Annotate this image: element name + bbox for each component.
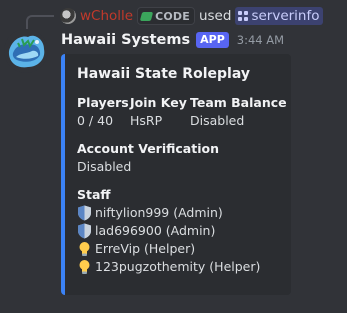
staff-member-label: 123pugzothemity (Helper) xyxy=(95,259,261,274)
field-account-verification: Account Verification Disabled xyxy=(77,140,219,176)
field-team-balance: Team Balance Disabled xyxy=(190,94,287,130)
field-account-verification-name: Account Verification xyxy=(77,141,219,156)
field-join-key: Join Key HsRP xyxy=(130,94,187,130)
reply-connector xyxy=(26,15,54,29)
embed-title: Hawaii State Roleplay xyxy=(77,66,250,82)
chat-message: wCholle CODE used serverinfo Hawaii Syst… xyxy=(0,0,347,313)
lightbulb-icon xyxy=(79,242,90,256)
code-tag-badge: CODE xyxy=(137,7,195,25)
message-timestamp[interactable]: 3:44 AM xyxy=(237,33,284,47)
bot-name[interactable]: Hawaii Systems xyxy=(61,32,190,48)
message-header: Hawaii Systems APP 3:44 AM xyxy=(61,30,284,50)
reply-username[interactable]: wCholle xyxy=(80,8,133,24)
field-players-name: Players xyxy=(77,95,129,110)
field-team-balance-name: Team Balance xyxy=(190,95,287,110)
staff-member-label: ErreVip (Helper) xyxy=(95,241,196,256)
shield-icon xyxy=(78,205,91,221)
field-team-balance-value: Disabled xyxy=(190,113,245,128)
user-mini-avatar[interactable] xyxy=(60,8,76,24)
staff-member-label: niftylion999 (Admin) xyxy=(95,205,223,220)
command-name: serverinfo xyxy=(251,8,320,24)
field-players-value: 0 / 40 xyxy=(77,113,114,128)
staff-member: 123pugzothemity (Helper) xyxy=(77,258,260,276)
bot-avatar[interactable] xyxy=(4,29,48,73)
command-icon xyxy=(238,11,249,21)
shield-icon xyxy=(78,223,91,239)
field-staff-name: Staff xyxy=(77,187,111,202)
staff-member: niftylion999 (Admin) xyxy=(77,204,260,222)
lightbulb-icon xyxy=(79,260,90,274)
code-tag-label: CODE xyxy=(155,9,190,23)
staff-member-label: lad696900 (Admin) xyxy=(95,223,216,238)
field-join-key-name: Join Key xyxy=(130,95,187,110)
field-staff: Staff niftylion999 (Admin) lad696900 (Ad… xyxy=(77,186,260,276)
app-badge: APP xyxy=(196,32,229,48)
command-reply-line: wCholle CODE used serverinfo xyxy=(60,6,323,26)
staff-member: ErreVip (Helper) xyxy=(77,240,260,258)
field-account-verification-value: Disabled xyxy=(77,159,132,174)
bot-logo-icon xyxy=(4,29,48,73)
server-info-embed: Hawaii State Roleplay Players 0 / 40 Joi… xyxy=(61,54,291,295)
field-join-key-value: HsRP xyxy=(130,113,163,128)
tag-icon xyxy=(139,11,154,21)
slash-command-mention[interactable]: serverinfo xyxy=(235,7,323,25)
field-players: Players 0 / 40 xyxy=(77,94,129,130)
used-text: used xyxy=(198,8,232,24)
staff-member: lad696900 (Admin) xyxy=(77,222,260,240)
